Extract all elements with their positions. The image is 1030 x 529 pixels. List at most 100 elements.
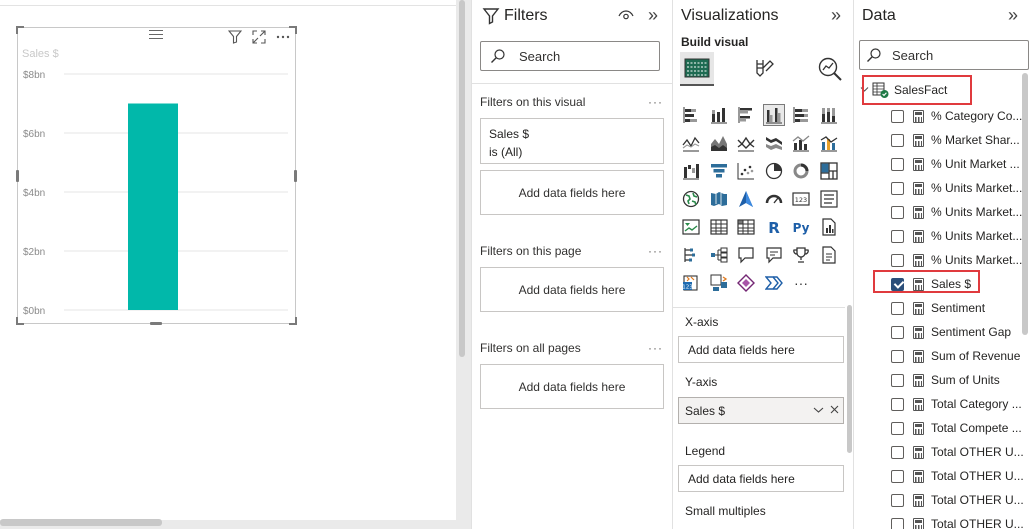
all-pages-filter-drop-zone[interactable]: Add data fields here	[480, 364, 664, 409]
field-item[interactable]: Sentiment Gap	[891, 320, 1026, 344]
field-checkbox[interactable]	[891, 469, 904, 483]
field-item[interactable]: Total Category ...	[891, 392, 1026, 416]
stacked-column-chart-icon[interactable]	[708, 104, 730, 126]
build-visual-tab[interactable]	[680, 52, 714, 86]
map-icon[interactable]	[680, 188, 702, 210]
collapse-visualizations-chevron-icon[interactable]: »	[831, 5, 841, 26]
resize-handle-top-left[interactable]	[16, 26, 24, 34]
metrics-trophy-icon[interactable]	[790, 244, 812, 266]
table-icon[interactable]	[708, 216, 730, 238]
field-checkbox[interactable]	[891, 349, 904, 363]
collapse-filters-chevron-icon[interactable]: »	[648, 5, 658, 26]
waterfall-chart-icon[interactable]	[680, 160, 702, 182]
collapse-data-chevron-icon[interactable]: »	[1008, 5, 1018, 26]
scatter-chart-icon[interactable]	[735, 160, 757, 182]
field-checkbox[interactable]	[891, 253, 904, 267]
multi-row-card-icon[interactable]	[818, 188, 840, 210]
field-item[interactable]: Sum of Revenue	[891, 344, 1026, 368]
format-visual-tab[interactable]	[747, 52, 781, 86]
matrix-icon[interactable]	[735, 216, 757, 238]
clustered-bar-chart-icon[interactable]	[735, 104, 757, 126]
data-search-input[interactable]: Search	[859, 40, 1029, 70]
field-item[interactable]: % Unit Market ...	[891, 152, 1026, 176]
clustered-column-chart-icon[interactable]	[762, 104, 785, 126]
pie-chart-icon[interactable]	[763, 160, 785, 182]
decomposition-tree-icon[interactable]	[708, 244, 730, 266]
canvas-horizontal-scrollbar[interactable]	[0, 519, 162, 526]
field-checkbox[interactable]	[891, 157, 904, 171]
power-apps-icon[interactable]: 123	[680, 272, 702, 294]
resize-handle-bottom[interactable]	[150, 322, 162, 325]
field-item[interactable]: % Units Market...	[891, 200, 1026, 224]
more-options-icon[interactable]: ···	[648, 244, 663, 258]
power-apps-diamond-icon[interactable]	[735, 272, 757, 294]
field-item[interactable]: Sum of Units	[891, 368, 1026, 392]
funnel-chart-icon[interactable]	[708, 160, 730, 182]
visualizations-scrollbar[interactable]	[847, 305, 852, 453]
line-chart-icon[interactable]	[680, 132, 702, 154]
legend-drop-zone[interactable]: Add data fields here	[678, 465, 844, 492]
drag-grip-icon[interactable]	[149, 30, 163, 39]
field-checkbox[interactable]	[891, 325, 904, 339]
azure-map-icon[interactable]	[735, 188, 757, 210]
stacked-area-chart-icon[interactable]	[735, 132, 757, 154]
field-checkbox[interactable]	[891, 493, 904, 507]
more-visuals-icon[interactable]: ···	[790, 272, 812, 294]
qa-visual-icon[interactable]	[735, 244, 757, 266]
field-item[interactable]: % Units Market...	[891, 224, 1026, 248]
field-item[interactable]: Total OTHER U...	[891, 512, 1026, 529]
key-influencers-icon[interactable]	[680, 244, 702, 266]
report-page[interactable]: Sales $ $0bn $2bn $4bn $6bn $8bn	[0, 0, 456, 520]
gauge-icon[interactable]	[763, 188, 785, 210]
card-icon[interactable]: 123	[790, 188, 812, 210]
field-checkbox[interactable]	[891, 301, 904, 315]
ribbon-chart-icon[interactable]	[763, 132, 785, 154]
100-stacked-bar-chart-icon[interactable]	[790, 104, 812, 126]
field-checkbox[interactable]	[891, 421, 904, 435]
area-chart-icon[interactable]	[708, 132, 730, 154]
python-visual-icon[interactable]: Py	[790, 216, 812, 238]
analytics-tab[interactable]	[813, 52, 847, 86]
100-stacked-column-chart-icon[interactable]	[818, 104, 840, 126]
filter-card-sales[interactable]: Sales $ is (All)	[480, 118, 664, 164]
field-item[interactable]: Total OTHER U...	[891, 488, 1026, 512]
more-options-icon[interactable]: ···	[648, 95, 663, 109]
field-checkbox[interactable]	[891, 205, 904, 219]
smart-narrative-icon[interactable]	[763, 244, 785, 266]
field-checkbox[interactable]	[891, 229, 904, 243]
clustered-column-chart-visual[interactable]: Sales $ $0bn $2bn $4bn $6bn $8bn	[16, 26, 297, 325]
filter-icon[interactable]	[227, 29, 243, 45]
r-script-visual-icon[interactable]: R	[763, 216, 785, 238]
power-automate-flow-icon[interactable]	[763, 272, 785, 294]
eye-icon[interactable]	[618, 8, 634, 22]
more-options-icon[interactable]: ···	[648, 341, 663, 355]
yaxis-field-pill[interactable]: Sales $	[678, 397, 844, 424]
field-item[interactable]: % Units Market...	[891, 176, 1026, 200]
field-item[interactable]: Total OTHER U...	[891, 464, 1026, 488]
paginated-report-icon[interactable]	[818, 216, 840, 238]
treemap-icon[interactable]	[818, 160, 840, 182]
remove-field-icon[interactable]	[830, 403, 839, 417]
field-item[interactable]: % Market Shar...	[891, 128, 1026, 152]
kpi-icon[interactable]	[680, 216, 702, 238]
stacked-bar-chart-icon[interactable]	[680, 104, 702, 126]
xaxis-drop-zone[interactable]: Add data fields here	[678, 336, 844, 363]
page-filter-drop-zone[interactable]: Add data fields here	[480, 267, 664, 312]
donut-chart-icon[interactable]	[790, 160, 812, 182]
line-and-clustered-column-chart-icon[interactable]	[818, 132, 840, 154]
chevron-down-icon[interactable]	[813, 403, 827, 417]
field-checkbox[interactable]	[891, 109, 904, 123]
field-item[interactable]: Total Compete ...	[891, 416, 1026, 440]
power-automate-icon[interactable]	[708, 272, 730, 294]
filters-search-input[interactable]: Search	[480, 41, 660, 71]
bar[interactable]	[128, 103, 178, 311]
more-options-icon[interactable]	[275, 29, 291, 45]
field-checkbox[interactable]	[891, 133, 904, 147]
focus-mode-icon[interactable]	[251, 29, 267, 45]
field-checkbox[interactable]	[891, 373, 904, 387]
paginated-report-visual-icon[interactable]	[818, 244, 840, 266]
visual-filter-drop-zone[interactable]: Add data fields here	[480, 170, 664, 215]
field-checkbox[interactable]	[891, 181, 904, 195]
field-item[interactable]: % Category Co...	[891, 104, 1026, 128]
canvas-vertical-scrollbar[interactable]	[459, 0, 465, 357]
